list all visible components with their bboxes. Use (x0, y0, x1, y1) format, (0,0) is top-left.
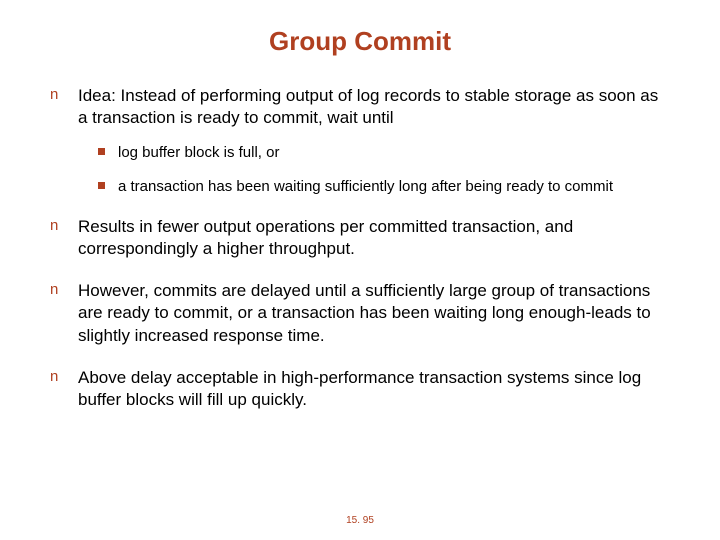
sub-bullet-text: log buffer block is full, or (118, 144, 279, 161)
slide-title: Group Commit (40, 26, 680, 57)
bullet-item: Above delay acceptable in high-performan… (50, 367, 670, 411)
bullet-text: Idea: Instead of performing output of lo… (78, 86, 658, 127)
bullet-item: However, commits are delayed until a suf… (50, 280, 670, 346)
sub-bullet-text: a transaction has been waiting sufficien… (118, 178, 613, 195)
sub-bullet-list: log buffer block is full, or a transacti… (78, 143, 670, 196)
page-number: 15. 95 (0, 515, 720, 526)
sub-bullet-item: log buffer block is full, or (98, 143, 670, 163)
bullet-list: Idea: Instead of performing output of lo… (40, 85, 680, 411)
bullet-text: However, commits are delayed until a suf… (78, 281, 651, 344)
sub-bullet-item: a transaction has been waiting sufficien… (98, 177, 670, 197)
slide: Group Commit Idea: Instead of performing… (0, 0, 720, 540)
bullet-item: Results in fewer output operations per c… (50, 216, 670, 260)
bullet-text: Above delay acceptable in high-performan… (78, 368, 641, 409)
bullet-item: Idea: Instead of performing output of lo… (50, 85, 670, 196)
bullet-text: Results in fewer output operations per c… (78, 217, 573, 258)
